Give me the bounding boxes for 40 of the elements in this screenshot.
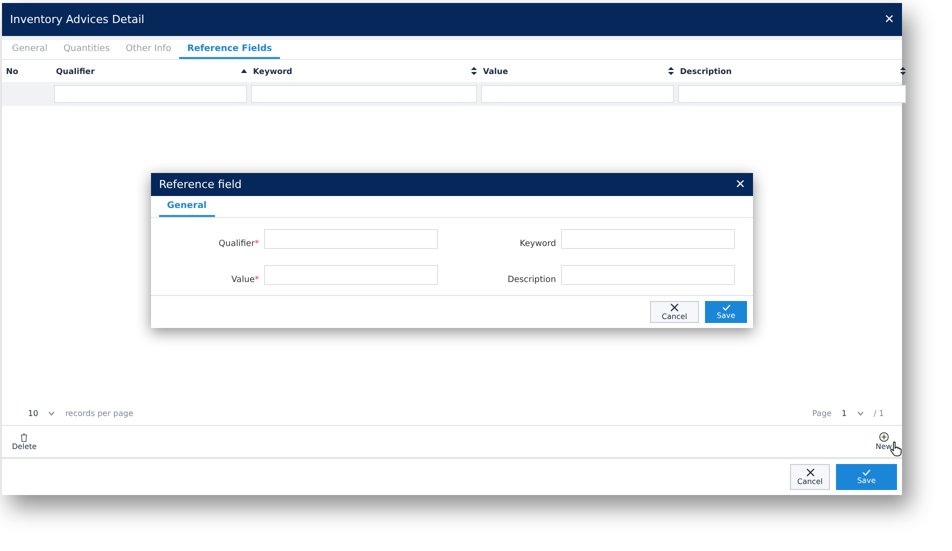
input-field[interactable]	[561, 265, 735, 285]
dialog-title: Reference field	[159, 178, 242, 191]
field-label: Value*	[230, 275, 260, 285]
column-header: Value	[483, 66, 508, 76]
page-number[interactable]: 1	[842, 408, 847, 418]
close-icon	[670, 303, 679, 312]
column-header: Description	[680, 66, 732, 76]
column-header: Qualifier	[56, 66, 95, 76]
chevron-down-icon[interactable]	[856, 410, 864, 416]
input-field[interactable]	[264, 265, 438, 285]
checkmark-icon	[722, 304, 730, 311]
sort-ascending-icon[interactable]	[241, 69, 247, 73]
page-total: / 1	[874, 408, 884, 418]
window-title: Inventory Advices Detail	[10, 13, 144, 26]
field-label: Description	[506, 275, 557, 285]
plus-circle-icon	[878, 432, 889, 442]
sort-icon[interactable]	[900, 67, 906, 75]
column-header: No	[6, 66, 18, 76]
tab[interactable]: General	[159, 196, 215, 217]
filter-field[interactable]	[251, 85, 477, 103]
trash-icon	[20, 432, 28, 442]
filter-field[interactable]	[481, 85, 674, 103]
sort-icon[interactable]	[471, 67, 477, 75]
column-header: Keyword	[253, 66, 292, 76]
page-size-value[interactable]: 10	[28, 408, 38, 418]
input-field[interactable]	[264, 229, 438, 249]
close-button[interactable]: ×	[736, 176, 745, 194]
close-button[interactable]: ×	[884, 10, 894, 28]
page-label: Page	[812, 408, 832, 418]
records-per-page-label: records per page	[65, 408, 134, 418]
close-icon	[806, 468, 814, 477]
filter-field[interactable]	[678, 85, 906, 103]
checkmark-icon	[862, 469, 871, 476]
input-field[interactable]	[561, 229, 735, 249]
field-label: Qualifier*	[218, 239, 260, 249]
field-label: Keyword	[518, 239, 557, 249]
filter-field[interactable]	[54, 85, 247, 103]
chevron-down-icon[interactable]	[48, 410, 56, 416]
sort-icon[interactable]	[668, 67, 674, 75]
tab[interactable]: Reference Fields	[179, 40, 280, 59]
